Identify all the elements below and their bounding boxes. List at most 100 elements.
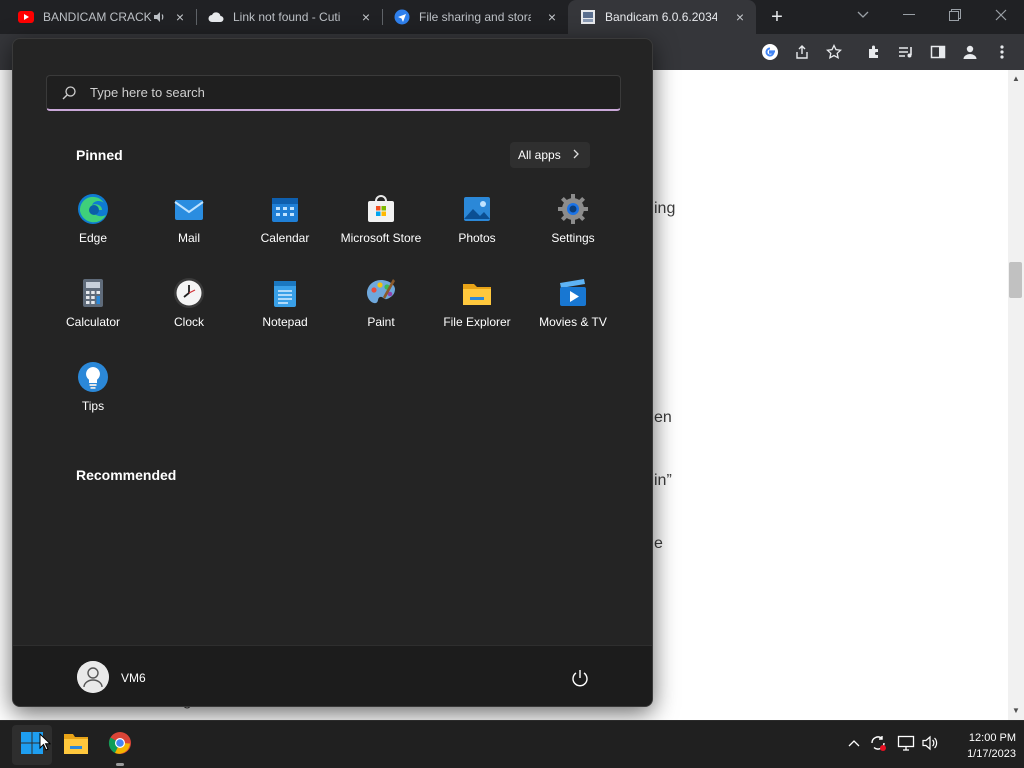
pinned-app-microsoft-store[interactable]: Microsoft Store	[333, 179, 429, 255]
side-panel-icon[interactable]	[928, 42, 948, 62]
chrome-icon	[108, 731, 132, 760]
webpage-text-fragment: in”	[654, 472, 672, 489]
pinned-app-movies-tv[interactable]: Movies & TV	[525, 263, 621, 339]
close-tab-button[interactable]: ×	[172, 9, 188, 25]
chrome-running-indicator	[116, 763, 124, 766]
new-tab-button[interactable]: +	[766, 6, 788, 28]
cloud-icon	[208, 9, 224, 25]
movies-icon	[557, 277, 589, 309]
user-name: VM6	[121, 671, 146, 685]
pinned-app-photos[interactable]: Photos	[429, 179, 525, 255]
scroll-up-arrow-icon[interactable]: ▲	[1008, 72, 1024, 86]
pinned-app-calculator[interactable]: Calculator	[45, 263, 141, 339]
app-label: Calculator	[65, 315, 121, 329]
pinned-app-file-explorer[interactable]: File Explorer	[429, 263, 525, 339]
tab-search-chevron-icon[interactable]	[840, 0, 886, 30]
taskbar-chrome[interactable]	[100, 725, 140, 765]
store-icon	[365, 193, 397, 225]
folder-icon	[461, 277, 493, 309]
show-hidden-icons-chevron-icon[interactable]	[844, 733, 864, 753]
tab-link-not-found[interactable]: Link not found - Cuti ×	[190, 0, 382, 34]
recommended-heading: Recommended	[76, 467, 177, 483]
close-window-button[interactable]	[978, 0, 1024, 30]
pinned-app-mail[interactable]: Mail	[141, 179, 237, 255]
webpage-text-fragment: e	[654, 535, 663, 552]
pinned-app-settings[interactable]: Settings	[525, 179, 621, 255]
tab-file-sharing[interactable]: File sharing and storag ×	[376, 0, 568, 34]
pinned-app-clock[interactable]: Clock	[141, 263, 237, 339]
pinned-app-tips[interactable]: Tips	[45, 347, 141, 423]
webpage-text-fragment: en	[654, 409, 672, 426]
clock-icon	[173, 277, 205, 309]
webpage-text-fragment: ing	[654, 200, 676, 217]
page-scrollbar[interactable]	[1008, 70, 1024, 720]
close-tab-button[interactable]: ×	[732, 9, 748, 25]
volume-icon[interactable]	[920, 733, 940, 753]
all-apps-button[interactable]: All apps	[510, 142, 590, 168]
edge-icon	[77, 193, 109, 225]
start-search-box[interactable]: Type here to search	[46, 75, 621, 111]
tab-title: Bandicam 6.0.6.2034 C	[605, 10, 717, 24]
taskbar-file-explorer[interactable]	[56, 725, 96, 765]
mail-icon	[173, 193, 205, 225]
tab-bandicam-active[interactable]: Bandicam 6.0.6.2034 C ×	[568, 0, 756, 34]
app-label: Edge	[78, 231, 108, 245]
speaker-icon[interactable]	[152, 10, 166, 24]
tips-icon	[77, 361, 109, 393]
app-label: Settings	[551, 231, 595, 245]
scroll-down-arrow-icon[interactable]: ▼	[1008, 704, 1024, 718]
sync-icon[interactable]	[868, 733, 888, 753]
calendar-icon	[269, 193, 301, 225]
youtube-icon	[18, 9, 34, 25]
photos-icon	[461, 193, 493, 225]
send-icon	[394, 9, 410, 25]
pinned-heading: Pinned	[76, 147, 123, 163]
tab-title: BANDICAM CRACK	[43, 10, 152, 24]
notepad-icon	[269, 277, 301, 309]
start-menu-footer: VM6	[13, 645, 652, 706]
app-label: Photos	[458, 231, 496, 245]
clock-date: 1/17/2023	[967, 748, 1016, 760]
close-tab-button[interactable]: ×	[358, 9, 374, 25]
bookmark-star-icon[interactable]	[824, 42, 844, 62]
network-icon[interactable]	[896, 733, 916, 753]
power-icon[interactable]	[570, 668, 590, 688]
paint-icon	[365, 277, 397, 309]
app-label: Notepad	[262, 315, 308, 329]
tab-title: File sharing and storag	[419, 10, 531, 24]
search-placeholder: Type here to search	[90, 85, 205, 100]
app-label: Clock	[173, 315, 204, 329]
pinned-app-edge[interactable]: Edge	[45, 179, 141, 255]
taskbar-clock[interactable]: 12:00 PM 1/17/2023	[944, 730, 1016, 762]
calculator-icon	[77, 277, 109, 309]
profile-icon[interactable]	[960, 42, 980, 62]
all-apps-label: All apps	[518, 148, 561, 162]
app-label: File Explorer	[443, 315, 511, 329]
browser-tabstrip: BANDICAM CRACK × Link not found - Cuti ×…	[0, 0, 1024, 34]
mouse-cursor-icon	[39, 732, 52, 756]
scrollbar-thumb[interactable]	[1009, 262, 1022, 298]
app-label: Paint	[367, 315, 395, 329]
media-control-icon[interactable]	[896, 42, 916, 62]
tab-bandicam-crack[interactable]: BANDICAM CRACK ×	[0, 0, 196, 34]
clock-time: 12:00 PM	[968, 732, 1016, 744]
pinned-app-notepad[interactable]: Notepad	[237, 263, 333, 339]
minimize-button[interactable]	[886, 0, 932, 30]
settings-icon	[557, 193, 589, 225]
chevron-right-icon	[573, 148, 579, 162]
restore-button[interactable]	[932, 0, 978, 30]
page-icon	[580, 9, 596, 25]
pinned-app-paint[interactable]: Paint	[333, 263, 429, 339]
menu-dots-icon[interactable]	[992, 42, 1012, 62]
pinned-app-calendar[interactable]: Calendar	[237, 179, 333, 255]
app-label: Tips	[81, 399, 105, 413]
taskbar: 12:00 PM 1/17/2023	[0, 720, 1024, 768]
close-tab-button[interactable]: ×	[544, 9, 560, 25]
tab-title: Link not found - Cuti	[233, 10, 341, 24]
extensions-icon[interactable]	[864, 42, 884, 62]
share-icon[interactable]	[792, 42, 812, 62]
app-label: Microsoft Store	[340, 231, 422, 245]
start-menu: Type here to search Pinned All apps Edge…	[12, 38, 653, 707]
google-icon[interactable]	[760, 42, 780, 62]
avatar	[77, 661, 109, 693]
